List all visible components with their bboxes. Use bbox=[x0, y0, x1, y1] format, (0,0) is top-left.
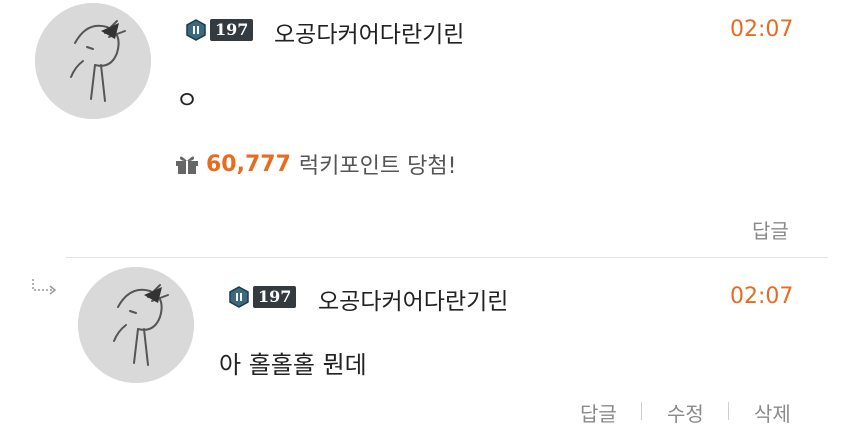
level-number: 197 bbox=[253, 286, 297, 308]
nickname[interactable]: 오공다커어다란기린 bbox=[274, 15, 464, 49]
comment-text: 아 홀홀홀 뭔데 bbox=[219, 351, 367, 379]
avatar-sketch-image bbox=[78, 267, 194, 383]
gift-icon bbox=[176, 156, 198, 174]
comment-time: 02:07 bbox=[730, 284, 794, 309]
level-badge: 197 bbox=[228, 285, 297, 309]
comment-time: 02:07 bbox=[730, 17, 794, 42]
level-number: 197 bbox=[210, 19, 254, 41]
nickname[interactable]: 오공다커어다란기린 bbox=[318, 282, 508, 316]
comment-text: ㅇ bbox=[176, 86, 199, 114]
reply-button[interactable]: 답글 bbox=[580, 398, 617, 427]
action-separator bbox=[728, 402, 729, 420]
avatar-sketch-image bbox=[35, 3, 151, 119]
lucky-point-text: 럭키포인트 당첨! bbox=[298, 154, 457, 179]
edit-button[interactable]: 수정 bbox=[667, 398, 704, 427]
level-emblem-icon bbox=[186, 19, 206, 41]
lucky-point-notice: 60,777 럭키포인트 당첨! bbox=[174, 148, 456, 180]
comment-divider bbox=[66, 257, 828, 258]
lucky-point-amount: 60,777 bbox=[206, 151, 291, 177]
avatar[interactable] bbox=[35, 3, 151, 119]
avatar[interactable] bbox=[78, 267, 194, 383]
level-badge: 197 bbox=[185, 18, 254, 42]
level-emblem-icon bbox=[229, 286, 249, 308]
reply-button[interactable]: 답글 bbox=[752, 215, 789, 244]
reply-arrow-icon bbox=[32, 279, 57, 295]
delete-button[interactable]: 삭제 bbox=[754, 398, 791, 427]
action-separator bbox=[641, 402, 642, 420]
